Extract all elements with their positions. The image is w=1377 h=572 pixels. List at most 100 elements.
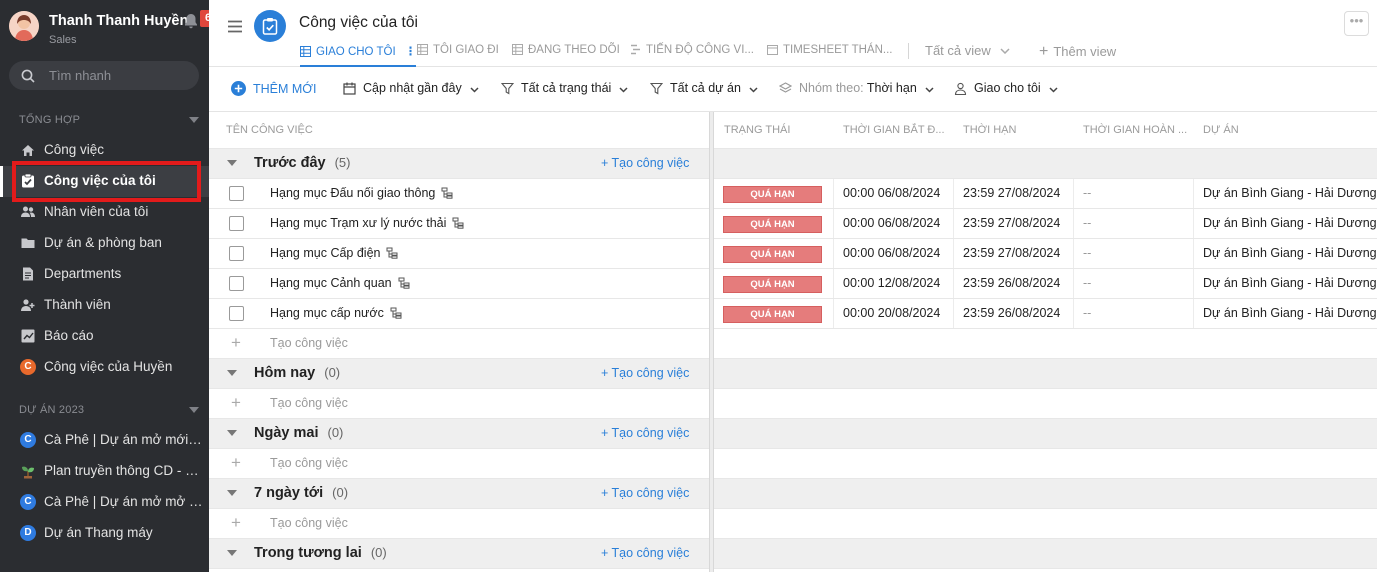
tab-options-icon[interactable]: ⋮ <box>405 46 417 58</box>
add-task-row-cells <box>714 448 1377 478</box>
task-name[interactable]: Hạng mục cấp nước <box>270 306 402 320</box>
column-divider <box>1073 239 1074 269</box>
sidebar-item-departments[interactable]: Departments <box>0 259 209 290</box>
column-resize-handle[interactable] <box>709 112 714 572</box>
task-checkbox[interactable] <box>229 186 244 201</box>
sidebar-project-item[interactable]: C Cà Phê | Dự án mở mới c... <box>0 425 209 456</box>
subtask-icon[interactable] <box>446 216 464 230</box>
tab-following[interactable]: ĐANG THEO DÕI <box>512 44 620 66</box>
plus-icon[interactable]: + <box>231 453 241 473</box>
task-checkbox[interactable] <box>229 306 244 321</box>
sidebar-item-members[interactable]: Thành viên <box>0 290 209 321</box>
project-filter-dropdown[interactable]: Tất cả dự án <box>650 81 758 95</box>
column-header-project[interactable]: DỰ ÁN <box>1203 112 1363 148</box>
user-profile[interactable]: Thanh Thanh Huyền Sales 6 <box>9 9 209 46</box>
create-task-button[interactable]: + Tạo công việc <box>601 156 689 170</box>
group-header[interactable]: Trong tương lai (0) + Tạo công việc <box>209 538 709 568</box>
column-header-start-time[interactable]: THỜI GIAN BẮT Đ... <box>843 112 955 148</box>
menu-icon[interactable] <box>227 20 243 33</box>
table-row-cells[interactable]: QUÁ HẠN 00:00 12/08/2024 23:59 26/08/2024 -… <box>714 268 1377 299</box>
sidebar-project-item[interactable]: C Cà Phê | Dự án mở mở V... <box>0 487 209 518</box>
task-name[interactable]: Hạng mục Cấp điện <box>270 246 398 260</box>
column-header-completed-time[interactable]: THỜI GIAN HOÀN ... <box>1083 112 1195 148</box>
sidebar-item-reports[interactable]: Báo cáo <box>0 321 209 352</box>
notification-badge[interactable]: 6 <box>200 10 209 27</box>
task-checkbox[interactable] <box>229 276 244 291</box>
task-name[interactable]: Hạng mục Đấu nối giao thông <box>270 186 453 200</box>
task-checkbox[interactable] <box>229 246 244 261</box>
add-new-button[interactable]: THÊM MỚI <box>231 81 317 96</box>
table-row[interactable]: Hạng mục cấp nước <box>209 298 709 328</box>
add-task-input[interactable]: Tạo công việc <box>270 396 348 410</box>
sidebar-project-item[interactable]: Plan truyền thông CD - M... <box>0 456 209 487</box>
table-row-cells[interactable]: QUÁ HẠN 00:00 20/08/2024 23:59 26/08/2024 -… <box>714 298 1377 329</box>
status-badge[interactable]: QUÁ HẠN <box>723 216 822 233</box>
add-task-input[interactable]: Tạo công việc <box>270 516 348 530</box>
subtask-icon[interactable] <box>380 246 398 260</box>
avatar[interactable] <box>9 11 39 41</box>
create-task-button[interactable]: + Tạo công việc <box>601 546 689 560</box>
sidebar-item-huyen-tasks[interactable]: C Công việc của Huyền <box>0 352 209 383</box>
task-name[interactable]: Hạng mục Trạm xư lý nước thải <box>270 216 464 230</box>
tab-progress[interactable]: TIẾN ĐỘ CÔNG VI... <box>630 44 754 66</box>
chevron-down-icon[interactable] <box>189 117 199 123</box>
caret-down-icon[interactable] <box>227 370 237 376</box>
table-row[interactable]: Hạng mục Đấu nối giao thông <box>209 178 709 208</box>
status-badge[interactable]: QUÁ HẠN <box>723 276 822 293</box>
add-task-input[interactable]: Tạo công việc <box>270 336 348 350</box>
group-header[interactable]: Hôm nay (0) + Tạo công việc <box>209 358 709 388</box>
column-header-task-name[interactable]: TÊN CÔNG VIỆC <box>226 112 526 148</box>
sidebar-item-projects-departments[interactable]: Dự án & phòng ban <box>0 228 209 259</box>
table-row[interactable]: Hạng mục Trạm xư lý nước thải <box>209 208 709 238</box>
add-task-row[interactable]: + Tạo công việc <box>209 328 709 358</box>
create-task-button[interactable]: + Tạo công việc <box>601 366 689 380</box>
bell-icon[interactable] <box>184 13 198 29</box>
plus-icon[interactable]: + <box>231 513 241 533</box>
group-by-dropdown[interactable]: Nhóm theo: Thời hạn <box>779 81 934 95</box>
status-badge[interactable]: QUÁ HẠN <box>723 246 822 263</box>
add-task-row[interactable]: +Tạo công việc <box>209 568 709 572</box>
more-options-button[interactable]: ••• <box>1344 11 1369 36</box>
group-header[interactable]: Ngày mai (0) + Tạo công việc <box>209 418 709 448</box>
table-row-cells[interactable]: QUÁ HẠN 00:00 06/08/2024 23:59 27/08/2024 -… <box>714 178 1377 209</box>
plus-icon[interactable]: + <box>231 393 241 413</box>
caret-down-icon[interactable] <box>227 550 237 556</box>
add-task-row[interactable]: + Tạo công việc <box>209 508 709 538</box>
status-badge[interactable]: QUÁ HẠN <box>723 306 822 323</box>
due-date-cell: 23:59 26/08/2024 <box>963 276 1061 290</box>
table-row[interactable]: Hạng mục Cấp điện <box>209 238 709 268</box>
chevron-down-icon[interactable] <box>189 407 199 413</box>
add-task-row[interactable]: + Tạo công việc <box>209 388 709 418</box>
caret-down-icon[interactable] <box>227 430 237 436</box>
status-badge[interactable]: QUÁ HẠN <box>723 186 822 203</box>
add-task-row[interactable]: + Tạo công việc <box>209 448 709 478</box>
sort-dropdown[interactable]: Cập nhật gần đây <box>343 81 479 95</box>
task-checkbox[interactable] <box>229 216 244 231</box>
tab-i-assigned[interactable]: TÔI GIAO ĐI <box>417 44 499 66</box>
status-filter-dropdown[interactable]: Tất cả trạng thái <box>501 81 628 95</box>
assignee-dropdown[interactable]: Giao cho tôi <box>954 81 1058 95</box>
sidebar-project-item[interactable]: D Dự án Thang máy <box>0 518 209 549</box>
add-task-input[interactable]: Tạo công việc <box>270 456 348 470</box>
create-task-button[interactable]: + Tạo công việc <box>601 426 689 440</box>
table-row-cells[interactable]: QUÁ HẠN 00:00 06/08/2024 23:59 27/08/2024 -… <box>714 208 1377 239</box>
add-view-button[interactable]: + Thêm view <box>1039 43 1116 65</box>
plus-icon[interactable]: + <box>231 333 241 353</box>
group-header[interactable]: 7 ngày tới (0) + Tạo công việc <box>209 478 709 508</box>
search-input[interactable]: Tìm nhanh <box>9 61 199 90</box>
table-row-cells[interactable]: QUÁ HẠN 00:00 06/08/2024 23:59 27/08/2024 -… <box>714 238 1377 269</box>
column-header-status[interactable]: TRẠNG THÁI <box>724 112 824 148</box>
tab-assigned-to-me[interactable]: GIAO CHO TÔI ⋮ <box>300 44 417 67</box>
all-views-dropdown[interactable]: Tất cả view <box>925 43 1010 65</box>
group-header[interactable]: Trước đây (5) + Tạo công việc <box>209 148 709 178</box>
task-name[interactable]: Hạng mục Cảnh quan <box>270 276 410 290</box>
column-header-due-date[interactable]: THỜI HẠN <box>963 112 1073 148</box>
create-task-button[interactable]: + Tạo công việc <box>601 486 689 500</box>
caret-down-icon[interactable] <box>227 160 237 166</box>
table-row[interactable]: Hạng mục Cảnh quan <box>209 268 709 298</box>
caret-down-icon[interactable] <box>227 490 237 496</box>
tab-timesheet[interactable]: TIMESHEET THÁN... <box>767 44 892 66</box>
subtask-icon[interactable] <box>435 186 453 200</box>
subtask-icon[interactable] <box>384 306 402 320</box>
subtask-icon[interactable] <box>392 276 410 290</box>
